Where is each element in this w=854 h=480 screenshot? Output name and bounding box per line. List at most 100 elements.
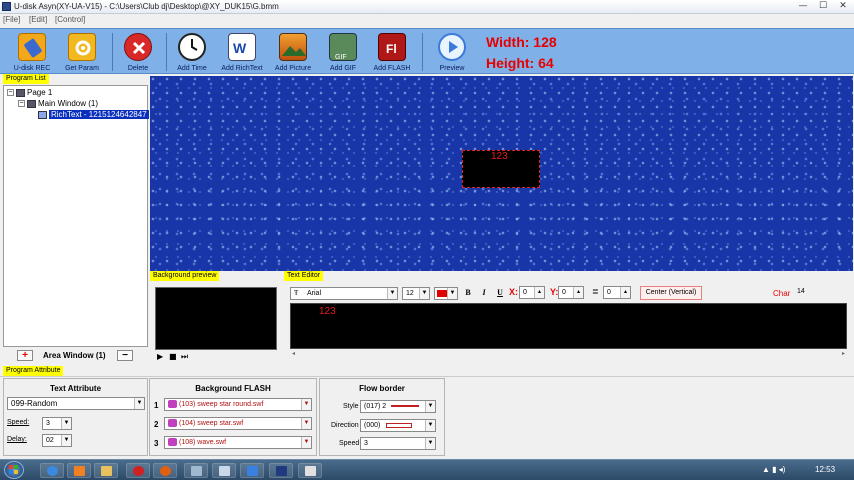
media-player-icon[interactable] — [67, 463, 91, 478]
screen-dimensions: Width: 128 Height: 64 — [486, 32, 557, 74]
scroll-right-icon[interactable]: ▸ — [842, 350, 845, 357]
close-button[interactable]: ✕ — [836, 1, 850, 12]
border-style-preview — [391, 405, 420, 408]
explorer-icon[interactable] — [94, 463, 118, 478]
ie-icon[interactable] — [40, 463, 64, 478]
menu-bar: [File] [Edit] [Control] — [0, 14, 854, 26]
flash-file-icon — [168, 400, 177, 409]
add-flash-button[interactable]: Fl Add FLASH — [366, 31, 418, 73]
flash-file-icon — [168, 438, 177, 447]
app-window-icon[interactable] — [184, 463, 208, 478]
text-editor-area[interactable]: 123 — [290, 303, 847, 349]
color-select[interactable]: ▼ — [434, 287, 458, 300]
underline-button[interactable]: U — [494, 286, 506, 299]
remove-area-button[interactable]: − — [117, 350, 133, 361]
speed-label: Speed: — [7, 419, 30, 426]
stop-icon[interactable]: ■ — [169, 352, 177, 361]
border-style-select[interactable]: (017) 2 ▼ — [360, 400, 436, 413]
svg-text:Fl: Fl — [386, 42, 397, 56]
chevron-down-icon: ▼ — [425, 401, 435, 412]
menu-edit[interactable]: [Edit] — [29, 15, 47, 24]
tree-item-richtext[interactable]: RichText - 1215124642847 — [38, 110, 149, 120]
flash-row-number: 1 — [154, 401, 159, 410]
folder-icon[interactable] — [212, 463, 236, 478]
play-icon[interactable]: ▶ — [157, 352, 163, 361]
svg-text:W: W — [233, 40, 247, 56]
font-size-select[interactable]: 12 ▼ — [402, 287, 430, 300]
spinner-icon[interactable]: ▴ — [573, 287, 583, 298]
chevron-down-icon: ▼ — [301, 437, 311, 448]
delete-icon — [124, 33, 152, 61]
maximize-button[interactable]: ☐ — [816, 1, 830, 12]
spinner-icon[interactable]: ▴ — [620, 287, 630, 298]
text-editor-toolbar: Ŧ Arial ▼ 12 ▼ ▼ B I U X: 0 ▴ Y: 0 ▴ ≣ 0… — [288, 284, 853, 302]
delete-button[interactable]: Delete — [112, 31, 164, 73]
add-time-button[interactable]: Add Time — [166, 31, 218, 73]
usb-icon — [18, 33, 46, 61]
scroll-left-icon[interactable]: ◂ — [292, 350, 295, 357]
text-editor-tab[interactable]: Text Editor — [284, 271, 324, 281]
speed-select[interactable]: 3 ▼ — [42, 417, 72, 430]
preview-button[interactable]: Preview — [426, 31, 478, 73]
x-stepper[interactable]: 0 ▴ — [519, 286, 545, 299]
richtext-preview-text: 123 — [491, 151, 508, 162]
delay-label: Delay: — [7, 436, 27, 443]
opera-icon[interactable] — [126, 463, 150, 478]
menu-file[interactable]: [File] — [3, 15, 20, 24]
collapse-icon[interactable]: − — [7, 89, 14, 97]
flash-row-number: 2 — [154, 420, 159, 429]
flash-select-2[interactable]: (104) sweep star.swf ▼ — [164, 417, 312, 430]
minimize-button[interactable]: — — [796, 1, 810, 12]
add-gif-button[interactable]: GIF Add GIF — [317, 31, 369, 73]
delay-select[interactable]: 02 ▼ — [42, 434, 72, 447]
add-picture-button[interactable]: Add Picture — [267, 31, 319, 73]
y-stepper[interactable]: 0 ▴ — [558, 286, 584, 299]
background-preview-tab[interactable]: Background preview — [150, 271, 220, 281]
svg-text:GIF: GIF — [335, 54, 347, 61]
background-preview — [155, 287, 277, 350]
italic-button[interactable]: I — [478, 286, 490, 299]
menu-control[interactable]: [Control] — [55, 15, 85, 24]
windows-logo-icon — [9, 465, 18, 474]
udisk-app-icon[interactable] — [269, 463, 293, 478]
bold-button[interactable]: B — [462, 286, 474, 299]
led-canvas[interactable]: 123 — [150, 76, 853, 271]
border-speed-select[interactable]: 3 ▼ — [360, 437, 436, 450]
chevron-down-icon: ▼ — [301, 418, 311, 429]
border-direction-select[interactable]: (000) ▼ — [360, 419, 436, 432]
char-value: 14 — [797, 288, 805, 295]
firefox-icon[interactable] — [153, 463, 177, 478]
flash-select-1[interactable]: (103) sweep star round.swf ▼ — [164, 398, 312, 411]
add-richtext-button[interactable]: W Add RichText — [216, 31, 268, 73]
gif-icon: GIF — [329, 33, 357, 61]
collapse-icon[interactable]: − — [18, 100, 25, 108]
spinner-icon[interactable]: ▴ — [534, 287, 544, 298]
center-vertical-button[interactable]: Center (Vertical) — [640, 286, 702, 300]
richtext-region[interactable]: 123 — [462, 150, 540, 188]
effect-select[interactable]: 099-Random ▼ — [7, 397, 145, 410]
word-doc-icon: W — [228, 33, 256, 61]
border-direction-preview — [386, 422, 413, 428]
program-list-tab[interactable]: Program List — [3, 74, 49, 84]
next-icon[interactable]: ⏭ — [181, 352, 188, 362]
tree-item-main-window[interactable]: − Main Window (1) — [18, 99, 98, 109]
font-select[interactable]: Ŧ Arial ▼ — [290, 287, 398, 300]
udisk-rec-button[interactable]: U-disk REC — [6, 31, 58, 73]
background-flash-title: Background FLASH — [195, 384, 271, 393]
program-attribute-tab[interactable]: Program Attribute — [3, 366, 64, 376]
picture-icon — [279, 33, 307, 61]
flash-row-number: 3 — [154, 439, 159, 448]
tray-icons[interactable]: ▲ ▮ ◂) — [762, 465, 785, 474]
flash-select-3[interactable]: (108) wave.swf ▼ — [164, 436, 312, 449]
chevron-down-icon: ▼ — [425, 420, 435, 431]
add-area-button[interactable]: + — [17, 350, 33, 361]
notepad-icon[interactable] — [298, 463, 322, 478]
line-spacing-stepper[interactable]: 0 ▴ — [603, 286, 631, 299]
start-button[interactable] — [4, 461, 24, 479]
tree-item-page[interactable]: − Page 1 — [7, 88, 52, 98]
preview-app-icon[interactable] — [240, 463, 264, 478]
editor-horizontal-scrollbar[interactable]: ◂ ▸ — [290, 350, 847, 359]
chevron-down-icon: ▼ — [419, 288, 429, 299]
chevron-down-icon: ▼ — [61, 435, 71, 446]
get-param-button[interactable]: Get Param — [56, 31, 108, 73]
